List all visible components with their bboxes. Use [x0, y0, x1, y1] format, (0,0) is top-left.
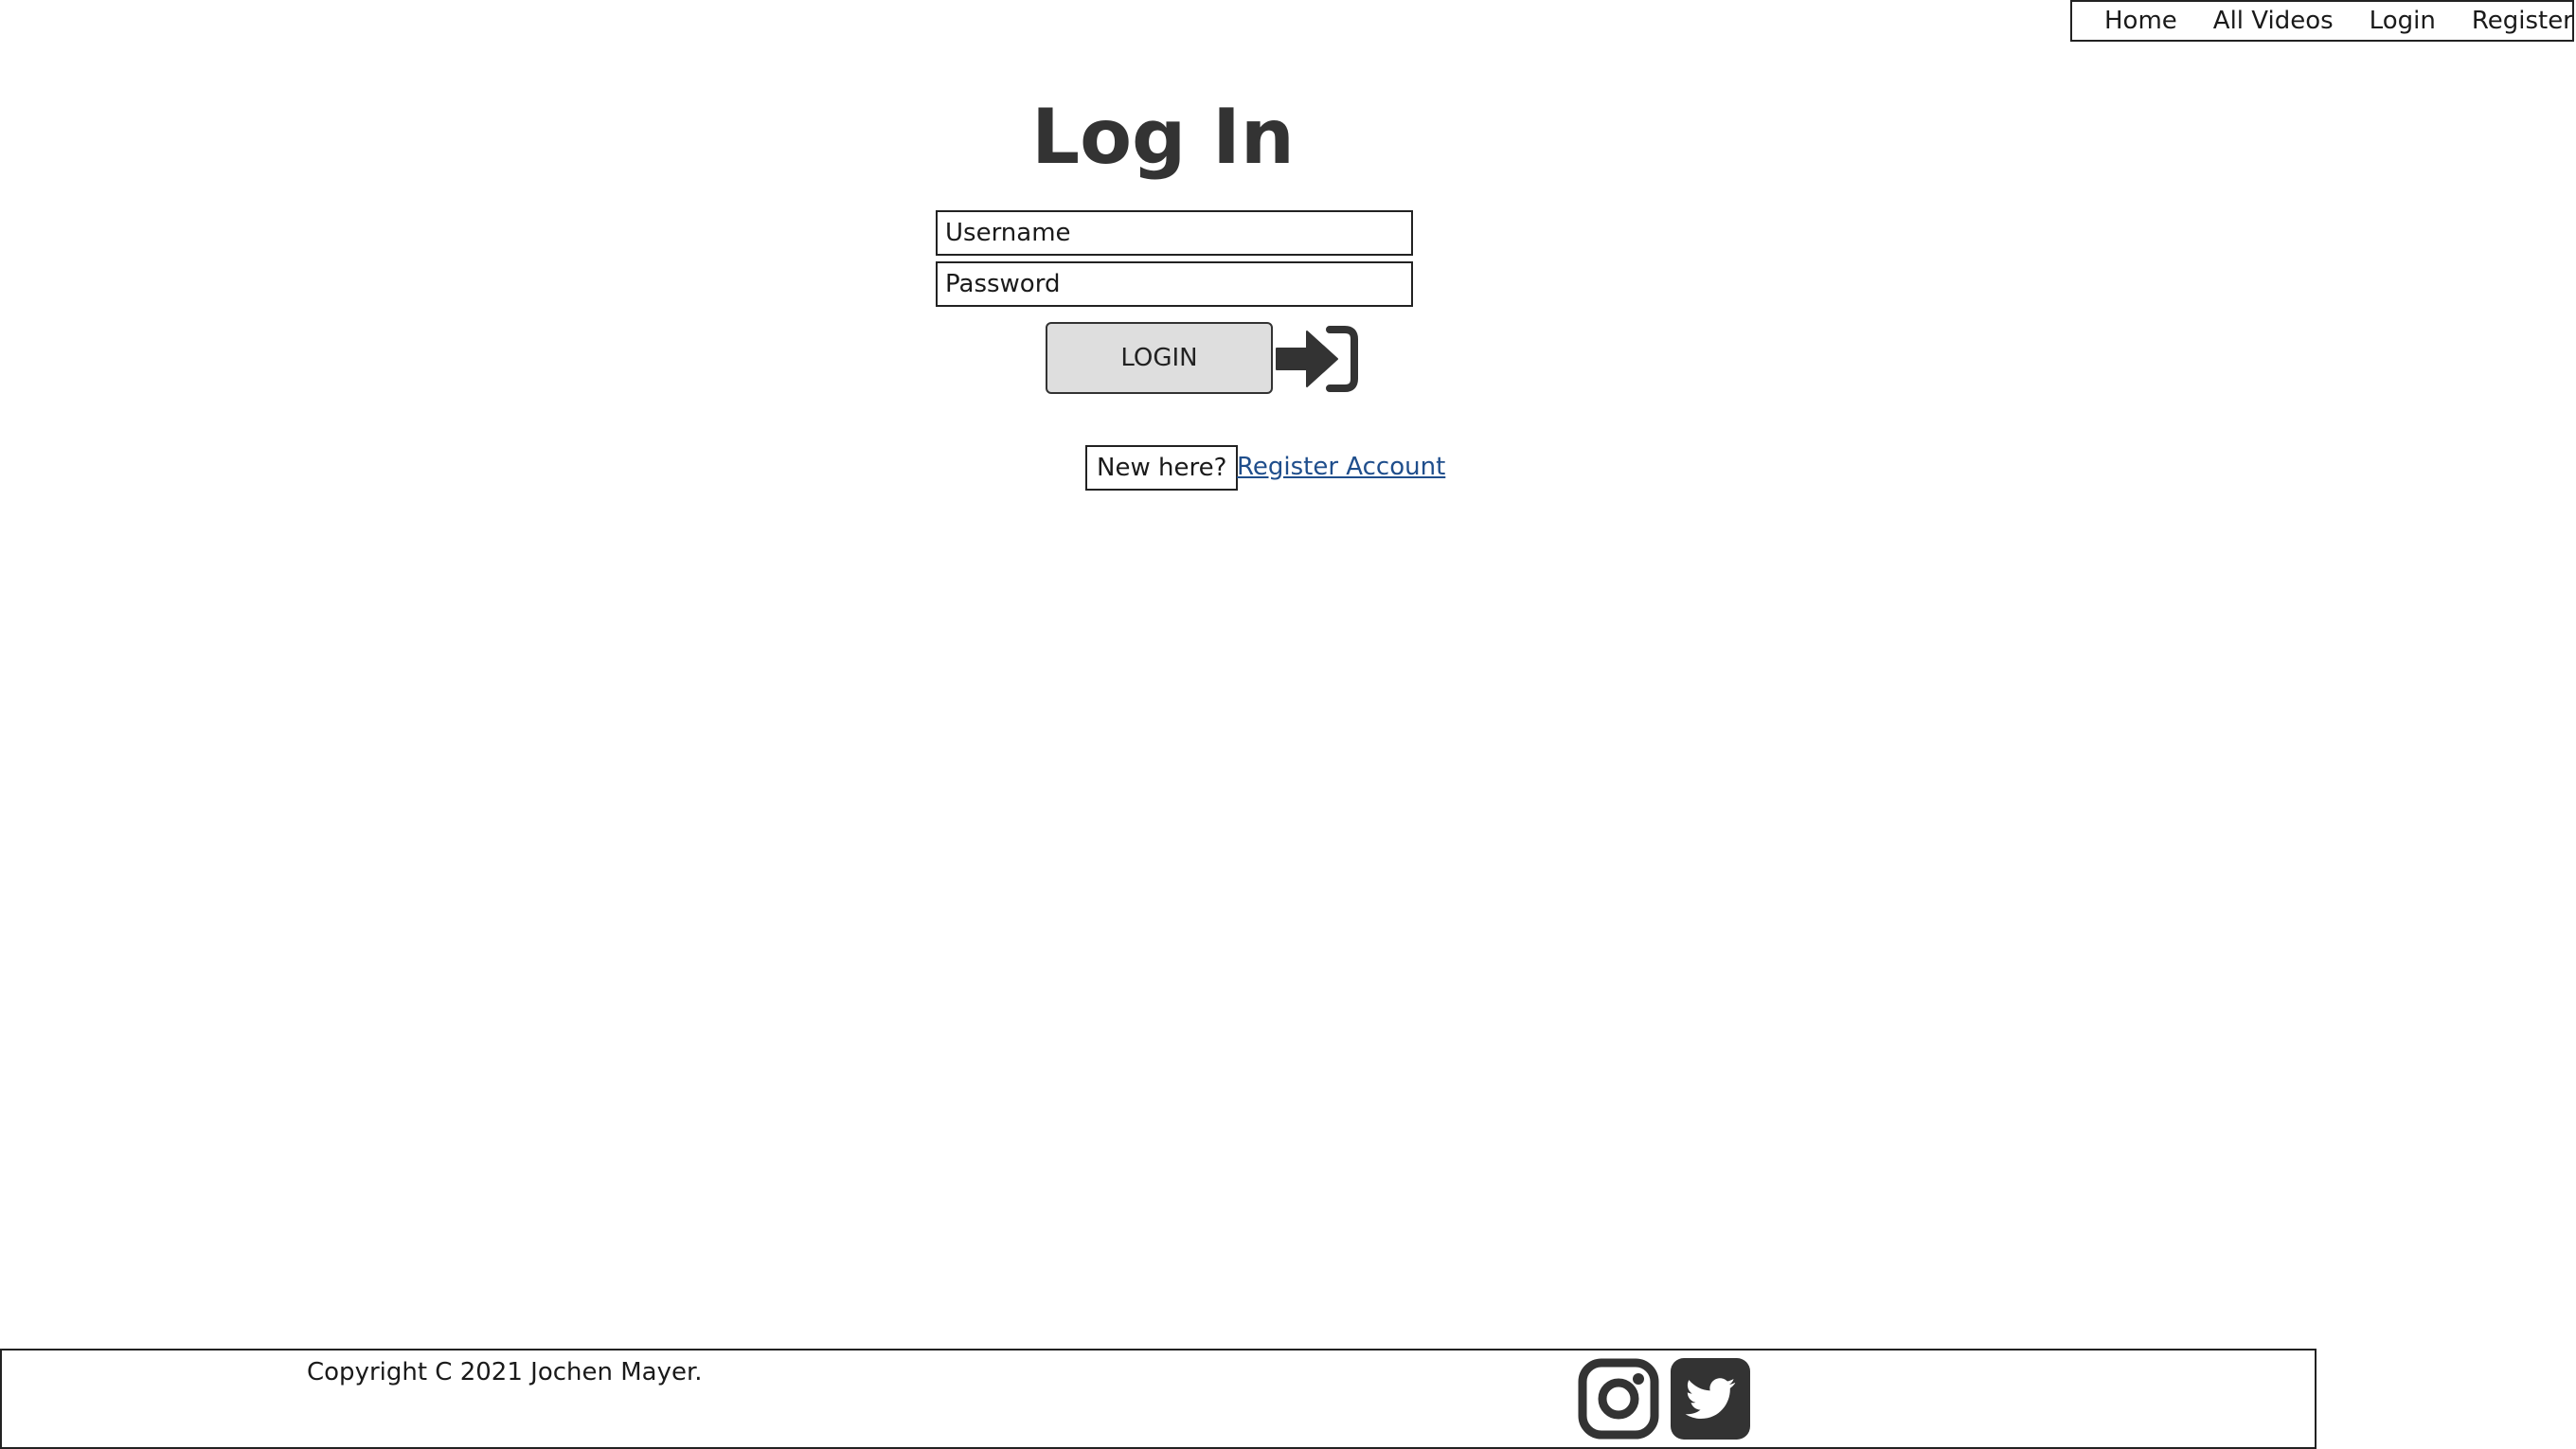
login-button[interactable]: LOGIN [1046, 322, 1273, 394]
nav-login-link[interactable]: Login [2370, 7, 2436, 35]
twitter-icon[interactable] [1671, 1358, 1750, 1440]
password-input[interactable] [936, 261, 1413, 307]
top-navigation: Home All Videos Login Register [2070, 0, 2574, 42]
nav-home-link[interactable]: Home [2104, 7, 2177, 35]
register-account-link[interactable]: Register Account [1237, 453, 1445, 481]
nav-register-link[interactable]: Register [2472, 7, 2573, 35]
instagram-icon[interactable] [1578, 1358, 1659, 1440]
nav-all-videos-link[interactable]: All Videos [2213, 7, 2334, 35]
page: Home All Videos Login Register Log In LO… [0, 0, 2576, 1449]
new-here-label: New here? [1085, 445, 1239, 491]
sign-in-icon[interactable] [1275, 324, 1358, 394]
footer: Copyright C 2021 Jochen Mayer. [0, 1349, 2317, 1449]
copyright-text: Copyright C 2021 Jochen Mayer. [307, 1358, 703, 1386]
username-input[interactable] [936, 210, 1413, 256]
page-title: Log In [1031, 93, 1295, 181]
